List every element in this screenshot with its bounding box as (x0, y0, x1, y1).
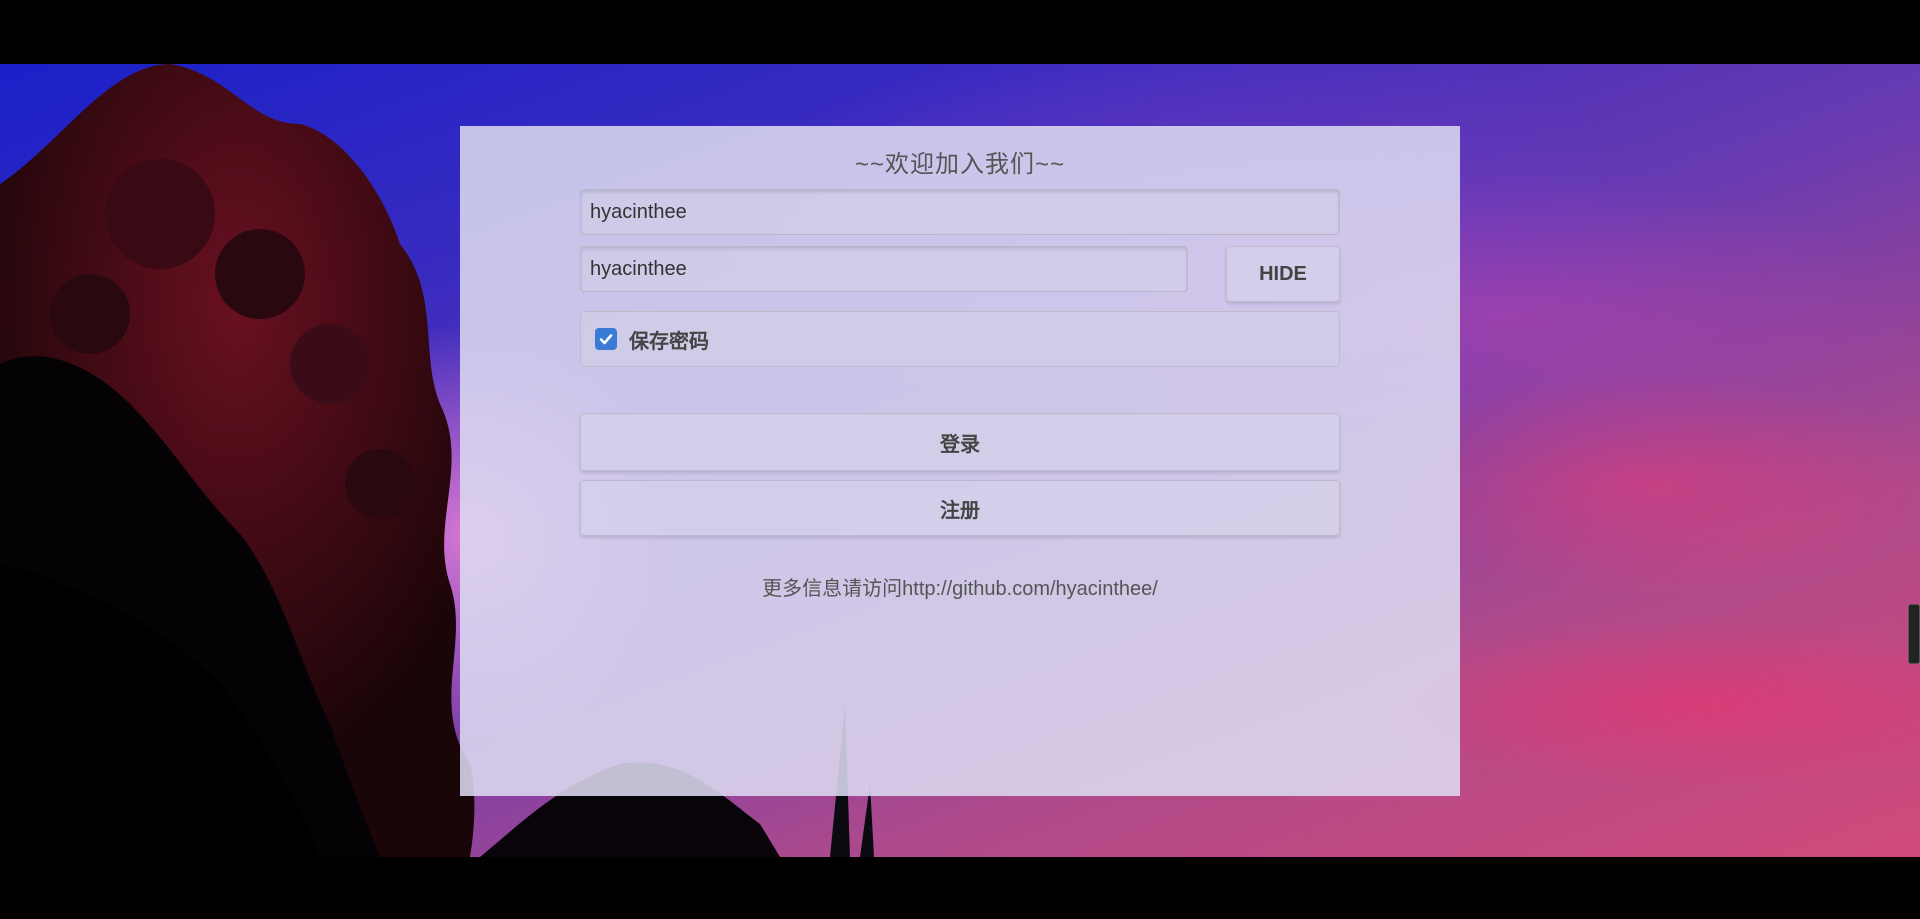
side-drawer-handle[interactable] (1908, 604, 1920, 664)
password-input[interactable] (580, 246, 1188, 292)
remember-password-row[interactable]: 保存密码 (580, 311, 1340, 367)
check-icon (599, 334, 613, 345)
bottom-letterbox (0, 857, 1920, 919)
username-input[interactable] (580, 189, 1340, 235)
hide-password-button-label: HIDE (1259, 262, 1307, 285)
register-button[interactable]: 注册 (580, 480, 1340, 536)
login-panel: ~~欢迎加入我们~~ HIDE 保存密码 登录 注册 更多信息请访问http:/… (460, 126, 1460, 796)
login-button-label: 登录 (940, 433, 980, 456)
top-letterbox (0, 0, 1920, 64)
remember-password-label: 保存密码 (629, 330, 709, 353)
info-text: 更多信息请访问http://github.com/hyacinthee/ (762, 578, 1158, 600)
login-button[interactable]: 登录 (580, 413, 1340, 471)
page-title: ~~欢迎加入我们~~ (854, 151, 1066, 178)
remember-password-checkbox[interactable] (595, 328, 617, 350)
register-button-label: 注册 (940, 499, 980, 522)
hide-password-button[interactable]: HIDE (1226, 246, 1340, 302)
